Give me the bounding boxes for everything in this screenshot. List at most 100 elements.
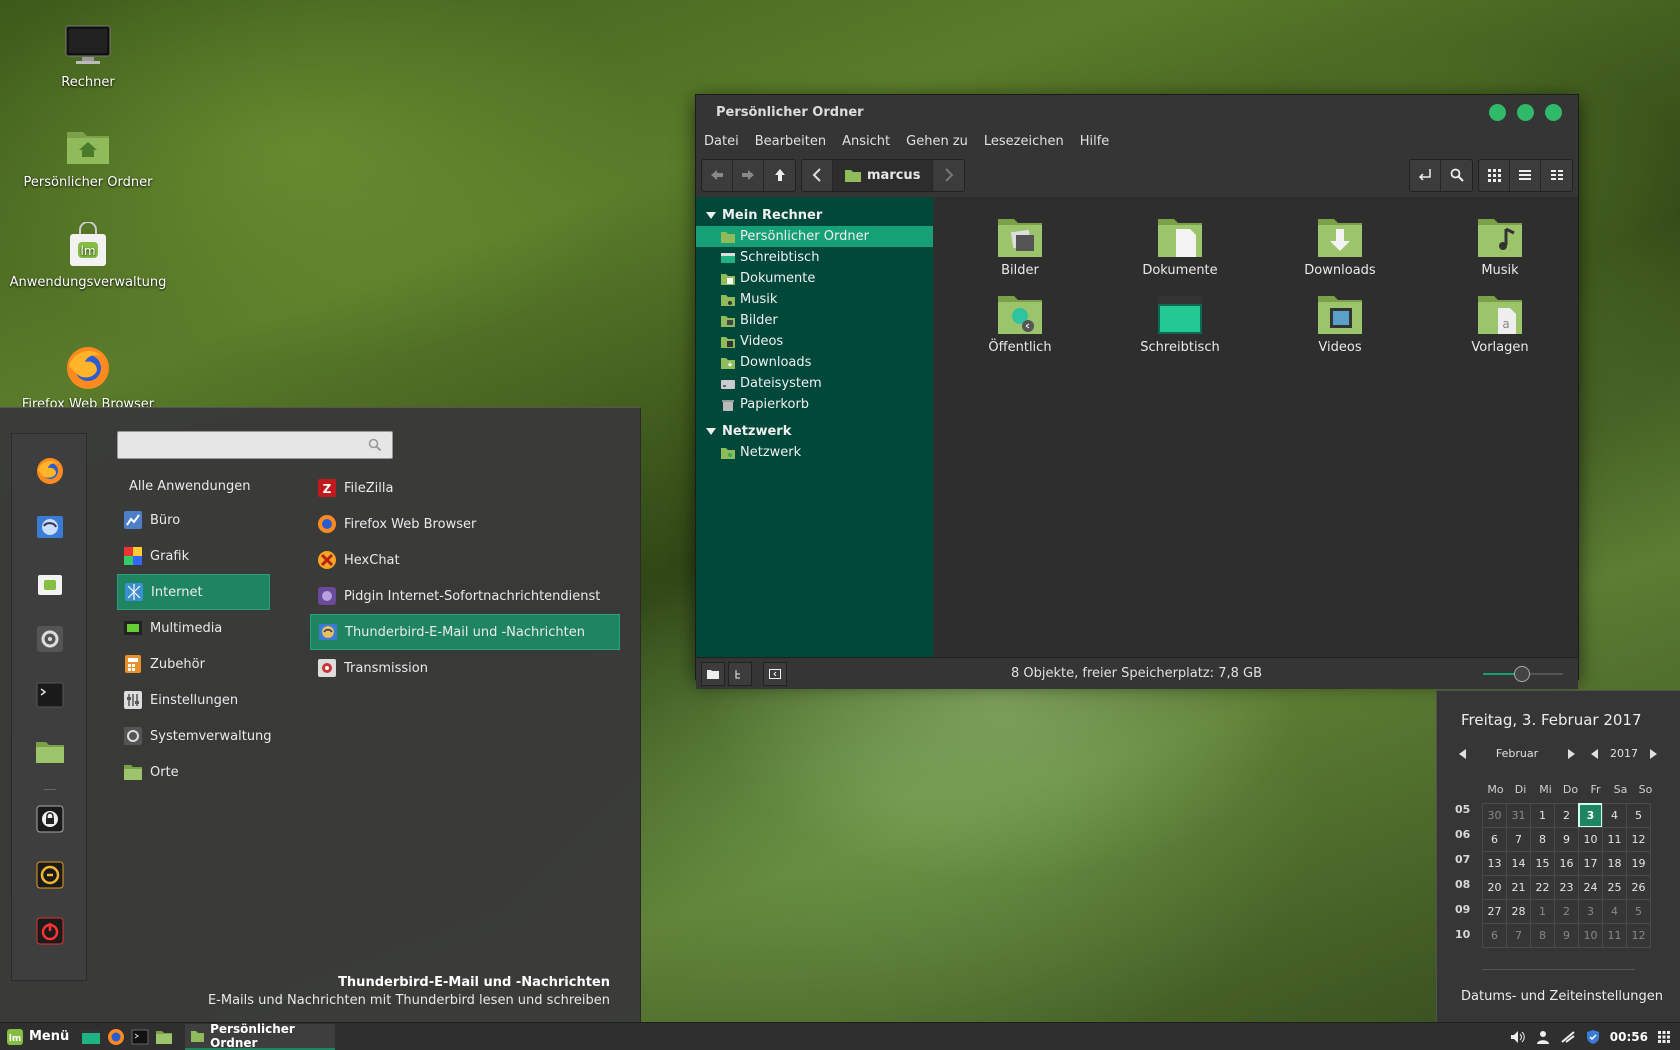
calendar-day[interactable]: 24 (1578, 875, 1603, 900)
calendar-day[interactable]: 2 (1554, 899, 1579, 924)
calendar-day[interactable]: 5 (1626, 899, 1651, 924)
launcher-firefox[interactable] (107, 1028, 125, 1046)
app-thunderbird[interactable]: Thunderbird-E-Mail und -Nachrichten (310, 614, 620, 650)
calendar-day[interactable]: 11 (1602, 827, 1627, 852)
menu-lesezeichen[interactable]: Lesezeichen (984, 134, 1064, 149)
calendar-day[interactable]: 9 (1554, 827, 1579, 852)
list-view-button[interactable] (1510, 159, 1541, 191)
category-graphics[interactable]: Grafik (117, 538, 270, 574)
zoom-slider-handle[interactable] (1514, 665, 1530, 682)
app-hexchat[interactable]: HexChat (310, 542, 620, 578)
calendar-day[interactable]: 7 (1506, 923, 1531, 948)
calendar-day[interactable]: 2 (1554, 803, 1579, 828)
file-view[interactable]: Bilder Dokumente Downloads Musik Öffentl… (933, 197, 1578, 657)
calendar-day[interactable]: 3 (1578, 899, 1603, 924)
fav-firefox[interactable] (35, 456, 65, 486)
app-transmission[interactable]: Transmission (310, 650, 620, 686)
menu-button[interactable]: lm Menü (0, 1028, 75, 1046)
sidebar-item-desktop[interactable]: Schreibtisch (696, 247, 933, 268)
file-item-videos[interactable]: Videos (1280, 290, 1400, 355)
path-segment-home[interactable]: marcus (833, 159, 934, 191)
maximize-button[interactable] (1517, 103, 1534, 121)
clock[interactable]: 00:56 (1610, 1030, 1648, 1044)
app-firefox[interactable]: Firefox Web Browser (310, 506, 620, 542)
app-filezilla[interactable]: Z FileZilla (310, 470, 620, 506)
calendar-day[interactable]: 25 (1602, 875, 1627, 900)
sidebar-item-pictures[interactable]: Bilder (696, 310, 933, 331)
category-multimedia[interactable]: Multimedia (117, 610, 270, 646)
calendar-day[interactable]: 14 (1506, 851, 1531, 876)
menu-hilfe[interactable]: Hilfe (1080, 134, 1110, 149)
sidebar-item-documents[interactable]: Dokumente (696, 268, 933, 289)
calendar-day[interactable]: 10 (1578, 923, 1603, 948)
menu-bearbeiten[interactable]: Bearbeiten (755, 134, 826, 149)
hide-sidebar-button[interactable] (763, 661, 787, 686)
next-month-button[interactable] (1567, 748, 1577, 760)
calendar-day[interactable]: 12 (1626, 923, 1651, 948)
calendar-day[interactable]: 3 (1578, 803, 1603, 828)
calendar-day[interactable]: 18 (1602, 851, 1627, 876)
desktop-icon-software[interactable]: lm Anwendungsverwaltung (8, 222, 168, 291)
path-prev-button[interactable] (802, 159, 833, 191)
volume-icon[interactable] (1510, 1030, 1526, 1044)
menu-ansicht[interactable]: Ansicht (842, 134, 890, 149)
calendar-day[interactable]: 13 (1482, 851, 1507, 876)
desktop-icon-computer[interactable]: Rechner (8, 22, 168, 91)
app-pidgin[interactable]: Pidgin Internet-Sofortnachrichtendienst (310, 578, 620, 614)
forward-button[interactable] (733, 159, 764, 191)
category-all[interactable]: Alle Anwendungen (117, 468, 270, 504)
calendar-day[interactable]: 10 (1578, 827, 1603, 852)
calendar-day[interactable]: 8 (1530, 923, 1555, 948)
calendar-day[interactable]: 8 (1530, 827, 1555, 852)
user-icon[interactable] (1536, 1030, 1550, 1044)
category-settings[interactable]: Einstellungen (117, 682, 270, 718)
toggle-location-button[interactable] (1410, 159, 1441, 191)
fav-files[interactable] (35, 736, 65, 766)
sidebar-section-network[interactable]: Netzwerk (696, 420, 933, 442)
menu-search-input[interactable] (117, 431, 393, 459)
calendar-day[interactable]: 31 (1506, 803, 1531, 828)
prev-year-button[interactable] (1589, 748, 1599, 760)
zoom-slider[interactable] (1483, 665, 1563, 682)
calendar-day[interactable]: 19 (1626, 851, 1651, 876)
calendar-day[interactable]: 6 (1482, 923, 1507, 948)
category-places[interactable]: Orte (117, 754, 270, 790)
fav-thunderbird[interactable] (35, 512, 65, 542)
compact-view-button[interactable] (1541, 160, 1572, 191)
calendar-day[interactable]: 4 (1602, 803, 1627, 828)
calendar-day[interactable]: 15 (1530, 851, 1555, 876)
category-accessories[interactable]: Zubehör (117, 646, 270, 682)
file-item-oeffentlich[interactable]: Öffentlich (960, 290, 1080, 355)
file-item-dokumente[interactable]: Dokumente (1120, 213, 1240, 278)
sidebar-item-videos[interactable]: Videos (696, 331, 933, 352)
calendar-day[interactable]: 20 (1482, 875, 1507, 900)
lock-screen-button[interactable] (35, 804, 65, 834)
window-titlebar[interactable]: Persönlicher Ordner (696, 95, 1578, 129)
calendar-day[interactable]: 5 (1626, 803, 1651, 828)
sidebar-section-my-computer[interactable]: Mein Rechner (696, 204, 933, 226)
sidebar-item-network[interactable]: Netzwerk (696, 442, 933, 463)
calendar-day[interactable]: 9 (1554, 923, 1579, 948)
menu-datei[interactable]: Datei (704, 134, 739, 149)
file-item-musik[interactable]: Musik (1440, 213, 1560, 278)
calendar-day[interactable]: 11 (1602, 923, 1627, 948)
search-button[interactable] (1441, 160, 1472, 191)
category-office[interactable]: Büro (117, 502, 270, 538)
next-year-button[interactable] (1649, 748, 1659, 760)
network-icon[interactable] (1560, 1030, 1576, 1044)
update-manager-icon[interactable] (1586, 1029, 1600, 1045)
sidebar-item-music[interactable]: Musik (696, 289, 933, 310)
shutdown-button[interactable] (35, 916, 65, 946)
calendar-day[interactable]: 27 (1482, 899, 1507, 924)
file-item-bilder[interactable]: Bilder (960, 213, 1080, 278)
fav-settings[interactable] (35, 624, 65, 654)
close-button[interactable] (1545, 103, 1562, 121)
file-item-downloads[interactable]: Downloads (1280, 213, 1400, 278)
calendar-day[interactable]: 1 (1530, 899, 1555, 924)
logout-button[interactable] (35, 860, 65, 890)
up-button[interactable] (764, 160, 795, 191)
calendar-day[interactable]: 6 (1482, 827, 1507, 852)
calendar-day[interactable]: 17 (1578, 851, 1603, 876)
category-internet[interactable]: Internet (117, 574, 270, 610)
calendar-day[interactable]: 1 (1530, 803, 1555, 828)
